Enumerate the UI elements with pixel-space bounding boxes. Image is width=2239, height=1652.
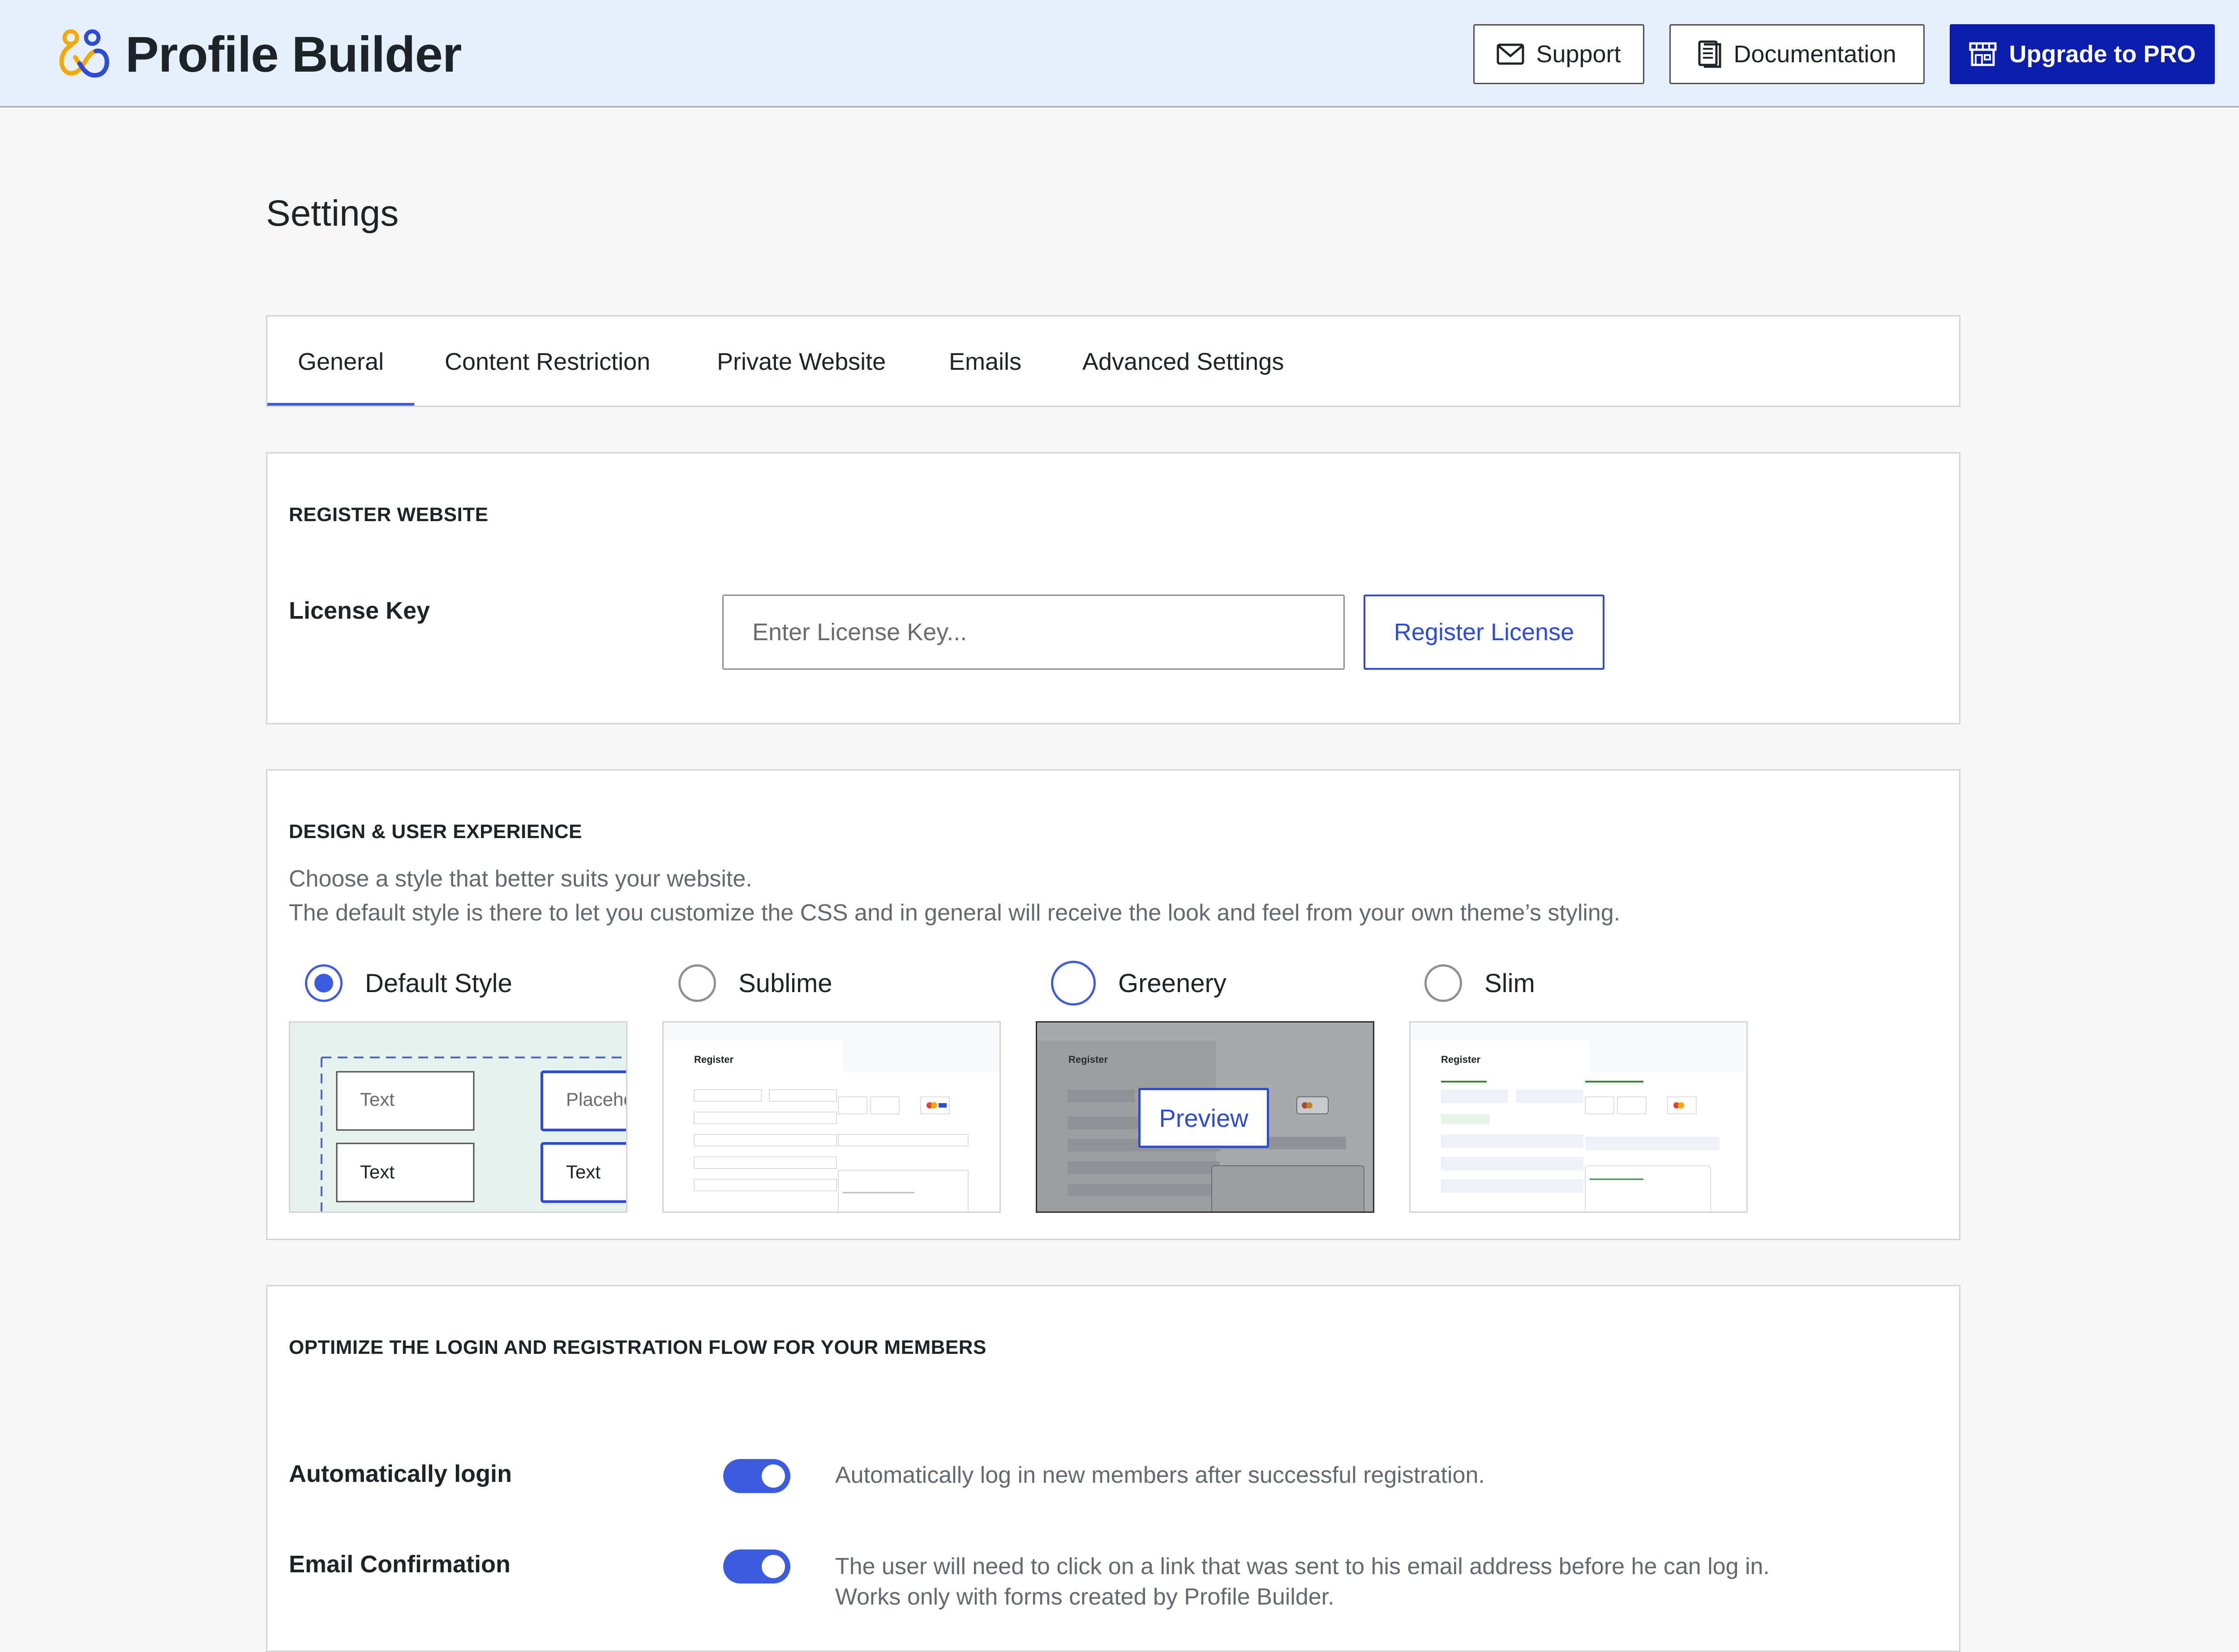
login-flow-section-title: OPTIMIZE THE LOGIN AND REGISTRATION FLOW… [289, 1336, 987, 1358]
auto-login-toggle[interactable] [723, 1459, 790, 1493]
thumb-text-3: Text [360, 1161, 395, 1182]
tab-general[interactable]: General [298, 348, 384, 376]
tab-content-restriction[interactable]: Content Restriction [445, 348, 650, 376]
style-label: Greenery [1118, 968, 1227, 998]
greenery-style-thumbnail[interactable]: Register Preview [1036, 1021, 1374, 1213]
support-button[interactable]: Support [1473, 24, 1644, 84]
register-section-title: REGISTER WEBSITE [289, 504, 489, 526]
style-label: Default Style [365, 968, 512, 998]
document-icon [1698, 40, 1721, 68]
style-option-greenery[interactable]: Greenery [1051, 961, 1227, 1006]
style-option-slim[interactable]: Slim [1424, 963, 1535, 1003]
design-description-1: Choose a style that better suits your we… [289, 866, 752, 892]
login-flow-section: OPTIMIZE THE LOGIN AND REGISTRATION FLOW… [266, 1285, 1960, 1652]
license-key-input[interactable] [722, 595, 1345, 670]
sublime-style-thumbnail[interactable]: Register [662, 1021, 1001, 1213]
tab-advanced-settings[interactable]: Advanced Settings [1082, 348, 1284, 376]
mail-icon [1497, 43, 1524, 65]
mini-form-title: Register [694, 1054, 733, 1065]
tab-private-website[interactable]: Private Website [717, 348, 886, 376]
page-title: Settings [266, 193, 399, 234]
documentation-button[interactable]: Documentation [1669, 24, 1925, 84]
thumb-text-4: Text [566, 1161, 600, 1182]
default-style-thumbnail[interactable]: Text Placeho Text Text [289, 1021, 627, 1213]
auto-login-description: Automatically log in new members after s… [835, 1462, 1485, 1488]
support-label: Support [1536, 41, 1621, 68]
slim-radio[interactable] [1424, 964, 1462, 1002]
style-label: Sublime [738, 968, 832, 998]
style-label: Slim [1484, 968, 1535, 998]
auto-login-label: Automatically login [289, 1460, 512, 1487]
email-confirmation-toggle[interactable] [723, 1549, 790, 1584]
tab-emails[interactable]: Emails [949, 348, 1021, 376]
register-license-button[interactable]: Register License [1364, 595, 1604, 670]
thumb-text-1: Text [360, 1089, 395, 1110]
store-icon [1969, 42, 1997, 66]
license-key-label: License Key [289, 597, 430, 624]
settings-tabs: General Content Restriction Private Webs… [266, 315, 1960, 407]
design-section: DESIGN & USER EXPERIENCE Choose a style … [266, 769, 1960, 1240]
active-tab-indicator [267, 403, 414, 406]
email-confirmation-label: Email Confirmation [289, 1551, 511, 1578]
upgrade-to-pro-button[interactable]: Upgrade to PRO [1950, 24, 2215, 84]
slim-style-thumbnail[interactable]: Register [1409, 1021, 1748, 1213]
style-option-default[interactable]: Default Style [305, 963, 512, 1003]
upgrade-label: Upgrade to PRO [2009, 41, 2196, 68]
thumb-text-2: Placeho [566, 1089, 627, 1110]
design-section-title: DESIGN & USER EXPERIENCE [289, 821, 583, 843]
default-style-radio[interactable] [305, 964, 343, 1002]
sublime-radio[interactable] [678, 964, 716, 1002]
brand-name: Profile Builder [125, 26, 462, 82]
email-confirmation-description-2: Works only with forms created by Profile… [835, 1584, 1334, 1610]
style-option-sublime[interactable]: Sublime [678, 963, 832, 1003]
documentation-label: Documentation [1733, 41, 1896, 68]
email-confirmation-description-1: The user will need to click on a link th… [835, 1554, 1770, 1579]
design-description-2: The default style is there to let you cu… [289, 900, 1621, 926]
mini-form-title: Register [1068, 1054, 1108, 1065]
register-website-section: REGISTER WEBSITE License Key Register Li… [266, 452, 1960, 724]
preview-button[interactable]: Preview [1138, 1088, 1269, 1148]
mini-form-title: Register [1441, 1054, 1480, 1065]
greenery-radio[interactable] [1051, 961, 1096, 1006]
top-bar: Profile Builder Support Documentation Up… [0, 0, 2239, 107]
profile-builder-logo-icon [59, 29, 109, 78]
